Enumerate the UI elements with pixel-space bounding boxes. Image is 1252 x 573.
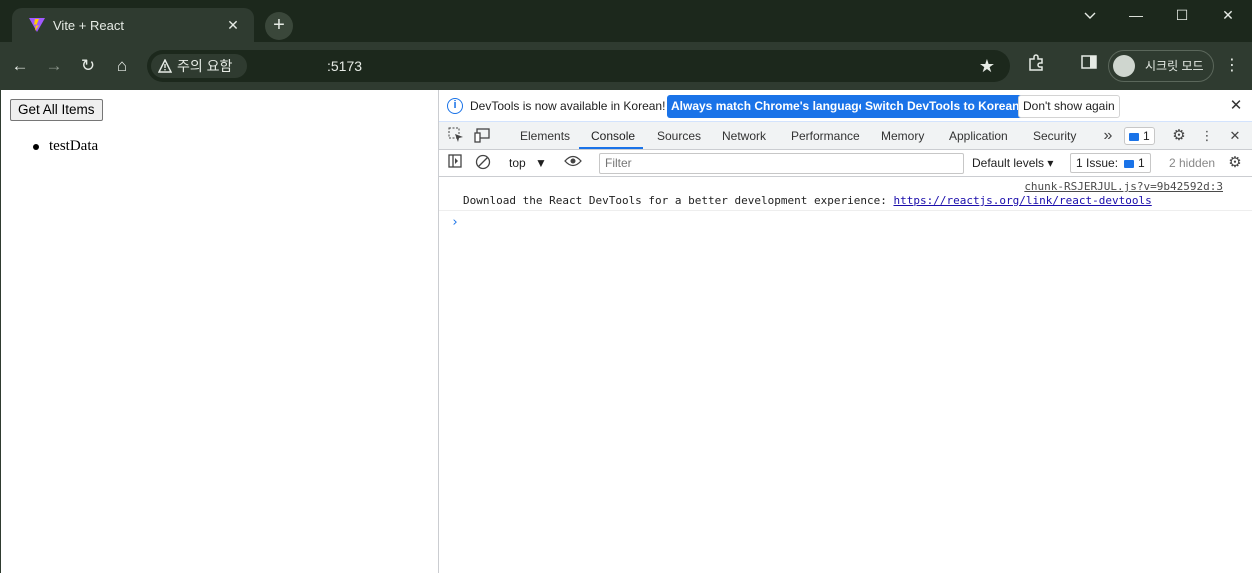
list-item-text: testData [49,138,99,154]
devtools-panel: i DevTools is now available in Korean! A… [438,90,1252,573]
tab-network[interactable]: Network [722,129,766,143]
hidden-messages-count: 2 hidden [1169,156,1216,170]
log-levels-label: Default levels [972,156,1045,170]
incognito-avatar-icon [1113,55,1135,77]
tab-security[interactable]: Security [1033,129,1076,143]
language-infobar: i DevTools is now available in Korean! A… [439,90,1252,122]
vite-favicon-icon [29,18,45,32]
new-tab-button[interactable]: + [265,12,293,40]
switch-to-korean-button[interactable]: Switch DevTools to Korean [861,95,1024,118]
close-window-button[interactable]: ✕ [1205,4,1251,26]
devtools-more-menu-icon[interactable]: ⋮ [1198,127,1216,145]
chevron-down-icon: ▼ [535,156,547,170]
tab-sources[interactable]: Sources [657,129,701,143]
items-list: testData [33,138,99,155]
more-menu-icon[interactable]: ⋮ [1220,54,1244,78]
side-panel-icon[interactable] [1077,54,1101,78]
tab-elements[interactable]: Elements [520,129,570,143]
devtools-tabbar: Elements Console Sources Network Perform… [439,122,1252,150]
info-icon: i [447,98,463,114]
list-bullet [33,144,39,150]
console-prompt[interactable]: › [451,215,459,230]
bookmark-star-icon[interactable]: ★ [976,55,998,77]
issues-label: 1 Issue: [1076,156,1119,170]
issues-badge[interactable]: 1 [1124,127,1155,145]
log-levels-dropdown[interactable]: Default levels ▾ [972,156,1053,170]
home-button[interactable]: ⌂ [110,54,134,78]
extensions-puzzle-icon[interactable] [1024,54,1048,78]
inspect-element-icon[interactable] [447,127,465,145]
console-output: chunk-RSJERJUL.js?v=9b42592d:3 Download … [439,177,1252,573]
settings-gear-icon[interactable]: ⚙ [1170,127,1188,145]
console-message: chunk-RSJERJUL.js?v=9b42592d:3 Download … [439,177,1252,211]
tab-strip: Vite + React ✕ + — ☐ ✕ [0,0,1252,42]
address-bar[interactable]: 주의 요함 :5173 ★ [147,50,1010,82]
tab-performance[interactable]: Performance [791,129,860,143]
minimize-button[interactable]: — [1113,4,1159,26]
maximize-button[interactable]: ☐ [1159,4,1205,26]
match-chrome-language-button[interactable]: Always match Chrome's language [667,95,870,118]
url-text[interactable]: :5173 [327,58,362,74]
browser-toolbar: ← → ↻ ⌂ 주의 요함 :5173 ★ 시크릿 모드 ⋮ [0,42,1252,90]
active-tab-indicator [579,147,643,149]
incognito-button[interactable]: 시크릿 모드 [1108,50,1214,82]
console-toolbar: top ▼ Filter Default levels ▾ 1 Issue: 1 … [439,150,1252,177]
incognito-label: 시크릿 모드 [1145,59,1204,73]
security-chip[interactable]: 주의 요함 [151,54,247,78]
list-item: testData [33,138,99,155]
react-devtools-link[interactable]: https://reactjs.org/link/react-devtools [893,194,1151,207]
issues-badge-count: 1 [1143,129,1150,143]
browser-window: Vite + React ✕ + — ☐ ✕ ← → ↻ ⌂ 주의 요함 :51… [0,0,1252,573]
reload-button[interactable]: ↻ [76,54,100,78]
infobar-message: DevTools is now available in Korean! [470,99,666,113]
tab-title: Vite + React [53,18,124,33]
dont-show-again-button[interactable]: Don't show again [1018,95,1120,118]
tab-memory[interactable]: Memory [881,129,924,143]
context-label: top [509,156,526,170]
device-toolbar-icon[interactable] [474,127,492,145]
message-body: Download the React DevTools for a better… [463,194,894,207]
tab-vite-react[interactable]: Vite + React ✕ [12,8,254,42]
warning-icon [158,59,172,73]
chevron-down-icon: ▾ [1047,156,1054,170]
forward-button[interactable]: → [42,54,66,78]
close-devtools-icon[interactable]: ✕ [1226,127,1244,145]
console-sidebar-icon[interactable] [446,154,464,172]
context-selector[interactable]: top ▼ [509,156,547,170]
infobar-close-icon[interactable]: ✕ [1227,97,1245,115]
back-button[interactable]: ← [8,54,32,78]
tab-application[interactable]: Application [949,129,1008,143]
issues-count: 1 [1138,156,1145,170]
issue-message-icon [1124,159,1135,168]
issue-message-icon [1129,132,1139,141]
tab-close-icon[interactable]: ✕ [224,16,242,34]
console-issues-button[interactable]: 1 Issue: 1 [1070,153,1151,173]
console-settings-gear-icon[interactable]: ⚙ [1226,154,1244,172]
message-text: Download the React DevTools for a better… [463,194,1152,207]
security-chip-label: 주의 요함 [177,58,233,74]
web-page: Get All Items testData [0,90,438,573]
tab-console[interactable]: Console [591,129,635,143]
console-filter-input[interactable]: Filter [599,153,964,174]
message-source-link[interactable]: chunk-RSJERJUL.js?v=9b42592d:3 [1024,180,1223,193]
get-all-items-button[interactable]: Get All Items [10,99,103,121]
clear-console-icon[interactable] [474,154,492,172]
more-tabs-icon[interactable]: » [1099,127,1117,145]
tab-search-chevron-icon[interactable] [1067,4,1113,26]
live-expression-eye-icon[interactable] [564,154,582,172]
